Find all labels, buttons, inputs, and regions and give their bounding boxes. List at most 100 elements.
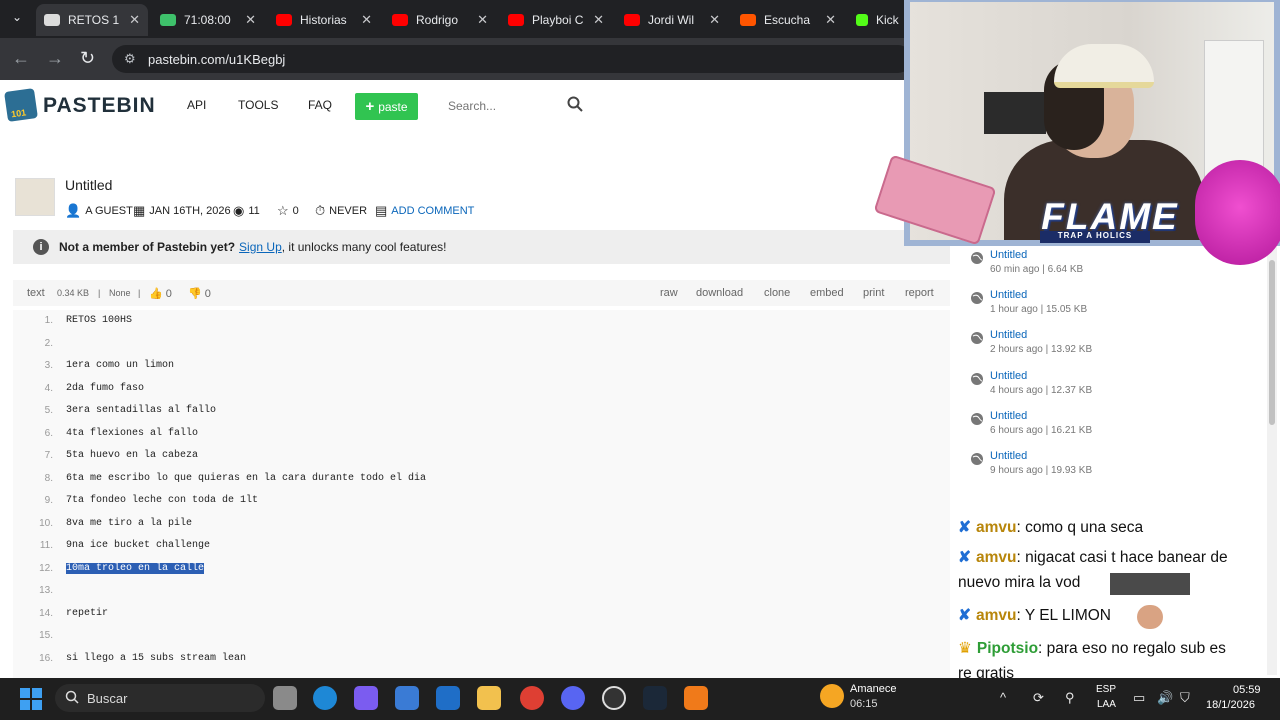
tray-app-icon[interactable]: ⟳	[1033, 690, 1044, 706]
clone-link[interactable]: clone	[764, 287, 790, 299]
eye-icon: ◉	[233, 203, 245, 218]
copilot-icon[interactable]	[354, 686, 378, 710]
paste-author: 👤 A GUEST	[65, 203, 133, 218]
discord-icon[interactable]	[561, 686, 585, 710]
tab-close-icon[interactable]: ✕	[477, 12, 488, 28]
tab-close-icon[interactable]: ✕	[825, 12, 836, 28]
calendar-icon: ▦	[133, 203, 146, 218]
globe-icon	[971, 332, 983, 344]
chrome-icon[interactable]	[520, 686, 544, 710]
dislike-button[interactable]: 👎 0	[188, 287, 211, 300]
search-icon[interactable]	[567, 96, 583, 112]
crown-badge-icon: ♛	[958, 640, 972, 657]
code-line: 14. repetir	[39, 607, 109, 619]
youtube-icon	[276, 14, 292, 26]
chat-message: ✘ amvu: Y EL LIMON	[958, 607, 1111, 624]
obs-icon[interactable]	[602, 686, 626, 710]
scrollbar-thumb[interactable]	[1269, 260, 1275, 425]
tab-historias[interactable]: Historias ✕	[268, 4, 380, 36]
chat-emote	[1137, 605, 1163, 629]
pastebin-logo-text[interactable]: PASTEBIN	[43, 94, 156, 118]
windows-start-icon[interactable]	[20, 688, 42, 710]
embed-link[interactable]: embed	[810, 287, 844, 299]
address-bar[interactable]: ⚙ pastebin.com/u1KBegbj	[112, 45, 912, 73]
signup-link[interactable]: Sign Up	[239, 240, 282, 254]
code-line: 13.	[39, 585, 53, 596]
user-icon: 👤	[65, 203, 82, 218]
nav-tools[interactable]: TOOLS	[238, 98, 278, 112]
reload-icon[interactable]: ↻	[80, 48, 95, 69]
tab-search-icon[interactable]: ⌄	[12, 10, 22, 24]
chat-message: ✘ amvu: nigacat casi t hace banear de	[958, 549, 1228, 566]
syntax-label[interactable]: text	[27, 287, 45, 299]
volume-icon[interactable]: 🔊	[1157, 690, 1173, 706]
code-block[interactable]: 1. RETOS 100HS 2. 3. 1era como un limon 4.…	[13, 310, 950, 680]
usb-icon[interactable]: ⚲	[1065, 690, 1075, 706]
tray-chevron-icon[interactable]: ^	[1000, 690, 1006, 705]
taskbar-search[interactable]: Buscar	[55, 684, 265, 712]
forward-arrow-icon[interactable]: →	[46, 48, 64, 69]
add-comment-link[interactable]: ▤ ADD COMMENT	[375, 203, 474, 219]
nav-api[interactable]: API	[187, 98, 206, 112]
fl-studio-icon[interactable]	[684, 686, 708, 710]
tab-close-icon[interactable]: ✕	[593, 12, 604, 28]
tab-kick[interactable]: Kick	[848, 4, 908, 36]
tab-close-icon[interactable]: ✕	[361, 12, 372, 28]
outlook-icon[interactable]	[436, 686, 460, 710]
language-indicator[interactable]: ESP	[1096, 684, 1116, 695]
taskbar-time[interactable]: 05:59	[1233, 684, 1261, 696]
tab-timer[interactable]: 71:08:00 ✕	[152, 4, 264, 36]
chat-emote	[1110, 573, 1190, 595]
back-arrow-icon[interactable]: ←	[12, 48, 30, 69]
code-line: 3. 1era como un limon	[44, 360, 175, 371]
network-icon[interactable]: ▭	[1133, 690, 1145, 706]
signup-notice: i Not a member of Pastebin yet? Sign Up …	[13, 230, 950, 264]
edge-icon[interactable]	[313, 686, 337, 710]
nav-faq[interactable]: FAQ	[308, 98, 332, 112]
new-paste-button[interactable]: + paste	[355, 93, 418, 120]
raw-link[interactable]: raw	[660, 287, 678, 299]
tab-close-icon[interactable]: ✕	[709, 12, 720, 28]
code-line-selected: 12. 10ma troleo en la calle	[39, 562, 205, 574]
taskbar-date[interactable]: 18/1/2026	[1206, 699, 1255, 711]
tab-close-icon[interactable]: ✕	[245, 12, 256, 28]
sword-badge-icon: ✘	[958, 549, 971, 566]
like-button[interactable]: 👍 0	[149, 287, 172, 300]
store-icon[interactable]	[395, 686, 419, 710]
site-info-icon[interactable]: ⚙	[124, 51, 136, 67]
youtube-icon	[508, 14, 524, 26]
guest-avatar	[15, 178, 55, 216]
clock-icon: ⏱	[315, 203, 326, 218]
shield-icon[interactable]: ⛉	[1180, 690, 1190, 706]
task-view-icon[interactable]	[273, 686, 297, 710]
info-icon: i	[33, 239, 49, 255]
globe-icon	[971, 413, 983, 425]
code-line: 7. 5ta huevo en la cabeza	[44, 450, 199, 461]
code-line: 11. 9na ice bucket challenge	[39, 540, 211, 551]
tab-escucha[interactable]: Escucha ✕	[732, 4, 844, 36]
code-line: 10. 8va me tiro a la pile	[39, 517, 193, 529]
download-link[interactable]: download	[696, 287, 743, 299]
paste-stars[interactable]: ☆ 0	[277, 203, 299, 219]
tab-close-icon[interactable]: ✕	[129, 12, 140, 28]
print-link[interactable]: print	[863, 287, 884, 299]
code-line: 2.	[44, 337, 53, 349]
tab-rodrigo[interactable]: Rodrigo ✕	[384, 4, 496, 36]
search-icon	[65, 690, 79, 704]
steam-icon[interactable]	[643, 686, 667, 710]
code-line: 15.	[39, 630, 53, 641]
code-toolbar: text 0.34 KB | None | 👍 0 👎 0 raw downlo…	[13, 280, 950, 306]
weather-icon[interactable]	[820, 684, 844, 708]
pastebin-logo-icon[interactable]: 101	[4, 88, 38, 122]
code-line: 9. 7ta fondeo leche con toda de 1lt	[44, 495, 259, 506]
file-explorer-icon[interactable]	[477, 686, 501, 710]
code-line: 16. si llego a 15 subs stream lean	[39, 652, 247, 664]
report-link[interactable]: report	[905, 287, 934, 299]
tab-retos[interactable]: RETOS 10 ✕	[36, 4, 148, 36]
star-icon[interactable]: ☆	[277, 203, 289, 219]
paste-expire: ⏱ NEVER	[315, 203, 368, 218]
chat-message: ♛ Pipotsio: para eso no regalo sub es	[958, 640, 1226, 657]
tab-favicon-icon	[44, 14, 60, 26]
tab-playboi[interactable]: Playboi C ✕	[500, 4, 612, 36]
tab-jordi[interactable]: Jordi Wil ✕	[616, 4, 728, 36]
